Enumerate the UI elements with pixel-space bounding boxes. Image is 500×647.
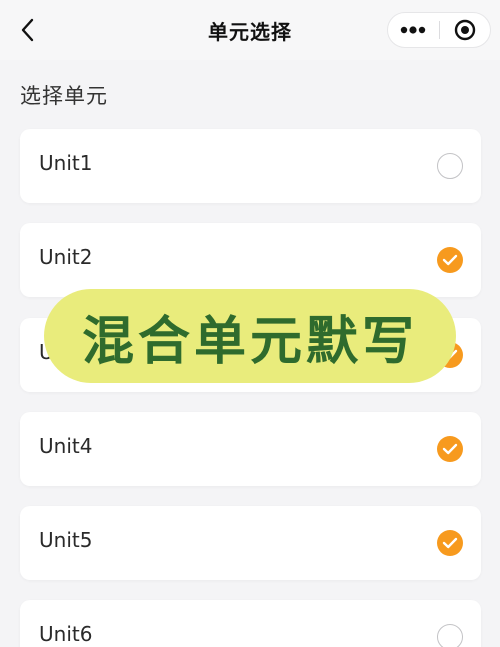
close-button[interactable]: [439, 13, 490, 47]
overlay-text: 混合单元默写: [81, 311, 418, 372]
overlay-banner: 混合单元默写: [44, 289, 456, 383]
mini-program-capsule: [387, 12, 491, 48]
unit-row[interactable]: Unit6: [20, 600, 481, 647]
unit-row[interactable]: Unit2: [20, 223, 481, 297]
unchecked-radio-icon[interactable]: [437, 624, 463, 647]
unit-label: Unit1: [39, 151, 93, 175]
unit-row[interactable]: Unit1: [20, 129, 481, 203]
unit-label: Unit4: [39, 434, 93, 458]
unit-label: Unit5: [39, 528, 93, 552]
section-title: 选择单元: [20, 84, 108, 108]
more-button[interactable]: [388, 13, 439, 47]
unit-row[interactable]: Unit5: [20, 506, 481, 580]
unit-row[interactable]: Unit4: [20, 412, 481, 486]
target-circle-icon: [454, 19, 475, 41]
checked-radio-icon[interactable]: [437, 436, 463, 462]
checked-radio-icon[interactable]: [437, 530, 463, 556]
nav-bar: 单元选择: [0, 0, 500, 60]
unit-label: Unit2: [39, 245, 93, 269]
unchecked-radio-icon[interactable]: [437, 153, 463, 179]
more-dots-icon: [401, 26, 426, 34]
checked-radio-icon[interactable]: [437, 247, 463, 273]
unit-label: Unit6: [39, 622, 93, 646]
